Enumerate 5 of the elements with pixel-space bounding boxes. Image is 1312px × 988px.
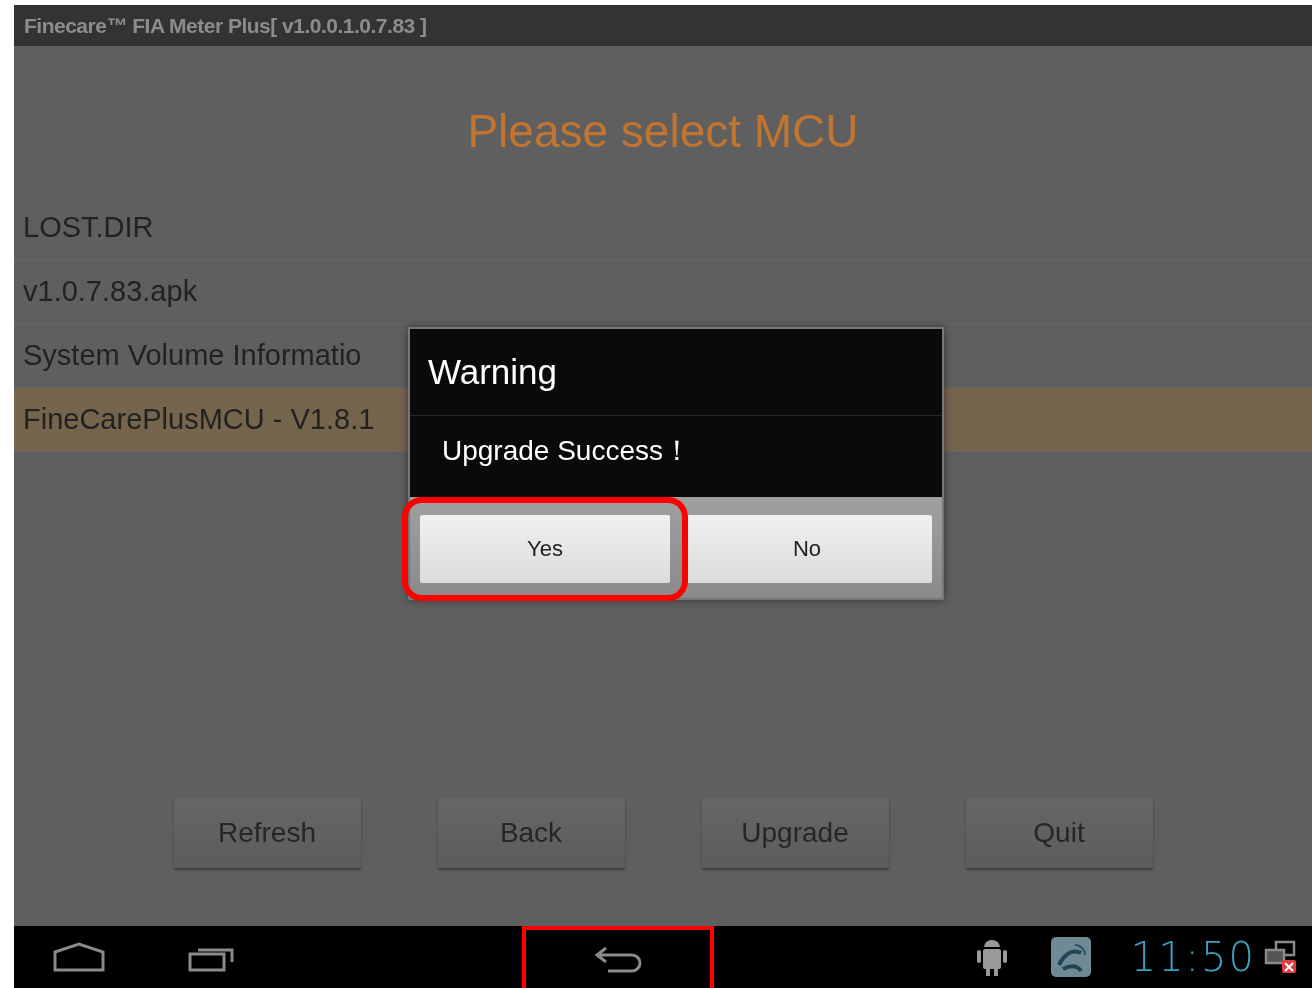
dialog-message: Upgrade Success！	[410, 416, 942, 497]
page-heading: Please select MCU	[466, 104, 860, 159]
dialog-title: Warning	[410, 329, 942, 416]
window-title: Finecare™ FIA Meter Plus[ v1.0.0.1.0.7.83 ]	[24, 13, 427, 38]
clock-time: 11:50	[1130, 934, 1256, 980]
